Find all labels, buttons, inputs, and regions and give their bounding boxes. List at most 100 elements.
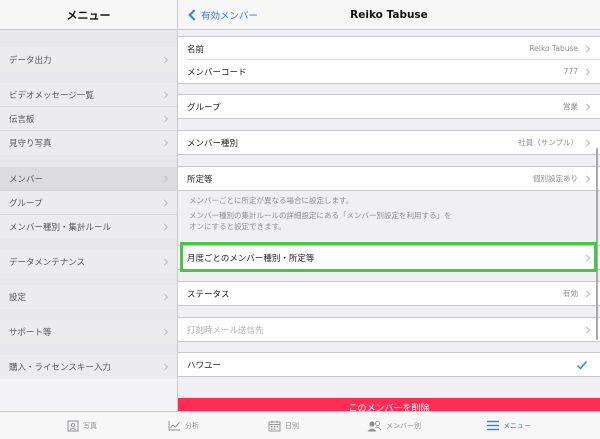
mail-destination-row[interactable]: 打刻時メール送信先 (178, 317, 600, 342)
sidebar-gap (0, 344, 177, 355)
member-code-row[interactable]: メンバーコード 777 (178, 60, 600, 84)
sidebar-item-groups[interactable]: グループ (0, 191, 177, 215)
sidebar-item-member-types[interactable]: メンバー種別・集計ルール (0, 215, 177, 239)
chevron-right-icon (160, 363, 169, 371)
tab-label: 写真 (83, 421, 97, 430)
tab-label: メンバー別 (386, 421, 421, 430)
scroll-indicator[interactable] (596, 148, 598, 340)
sidebar-item-data-maintenance[interactable]: データメンテナンス (0, 250, 177, 274)
sidebar-gap (0, 239, 177, 250)
chevron-right-icon (582, 253, 591, 262)
tab-photos[interactable]: 写真 (67, 412, 97, 439)
chevron-right-icon (582, 174, 591, 183)
name-row[interactable]: 名前 Reiko Tabuse (178, 36, 600, 60)
sidebar-item-label: 設定 (9, 293, 27, 303)
chevron-right-icon (582, 67, 591, 76)
photo-icon (67, 420, 79, 431)
sidebar-item-data-export[interactable]: データ出力 (0, 47, 177, 72)
members-icon (367, 420, 382, 431)
sidebar-item-label: データ出力 (9, 55, 52, 66)
sidebar-item-video-messages[interactable]: ビデオメッセージ一覧 (0, 83, 177, 107)
status-row[interactable]: ステータス 有効 (178, 281, 600, 306)
sidebar-item-purchase[interactable]: 購入・ライセンスキー入力 (0, 355, 177, 379)
status-value: 有効 (563, 289, 578, 298)
chevron-left-icon (188, 9, 200, 21)
chevron-right-icon (582, 289, 591, 298)
tab-by-member[interactable]: メンバー別 (367, 412, 421, 439)
monthly-settings-row[interactable]: 月度ごとのメンバー種別・所定等 (178, 245, 600, 270)
mail-destination-label: 打刻時メール送信先 (187, 325, 264, 336)
page-title: Reiko Tabuse (350, 8, 428, 21)
tab-menu[interactable]: メニュー (487, 412, 531, 439)
location-row[interactable]: 所定等 個別設定あり (178, 166, 600, 191)
group-label: グループ (187, 102, 221, 113)
tab-daily[interactable]: 日別 (268, 412, 299, 439)
sidebar-item-label: メンバー種別・集計ルール (9, 223, 112, 233)
description-line: オンにすると設定できます。 (189, 222, 286, 231)
sidebar-title: メニュー (0, 0, 177, 30)
member-detail: 有効メンバー Reiko Tabuse 名前 Reiko Tabuse メンバー… (178, 0, 600, 411)
tab-bar: 写真 分析 日別 メンバー別 メニュー (0, 411, 600, 439)
sidebar-item-label: ビデオメッセージ一覧 (9, 90, 94, 101)
sidebar-item-label: 伝言板 (9, 114, 35, 125)
sidebar: メニュー データ出力 ビデオメッセージ一覧 伝言板 見守り写真 メンバー グルー… (0, 0, 178, 411)
delete-member-button[interactable]: このメンバーを削除 (178, 398, 600, 411)
description-line: メンバー種別の集計ルールの詳細設定にある「メンバー別設定を利用する」を (189, 211, 452, 220)
chevron-right-icon (160, 114, 169, 123)
sidebar-item-label: 見守り写真 (9, 139, 52, 149)
member-code-value: 777 (563, 67, 578, 76)
chevron-right-icon (582, 325, 591, 334)
tab-analysis[interactable]: 分析 (168, 412, 199, 439)
chevron-right-icon (160, 223, 169, 231)
sidebar-gap (0, 155, 177, 167)
sidebar-gap (0, 72, 177, 83)
chevron-right-icon (160, 198, 169, 207)
chevron-right-icon (160, 55, 169, 64)
sidebar-item-watch-photos[interactable]: 見守り写真 (0, 131, 177, 155)
sidebar-item-label: 購入・ライセンスキー入力 (9, 363, 111, 373)
monthly-settings-label: 月度ごとのメンバー種別・所定等 (187, 253, 315, 264)
navigation-bar: 有効メンバー Reiko Tabuse (178, 0, 600, 30)
sidebar-gap (0, 309, 177, 320)
name-label: 名前 (187, 44, 205, 55)
sidebar-gap (0, 274, 177, 285)
menu-icon (487, 420, 499, 431)
tab-label: 分析 (185, 421, 199, 430)
group-value: 営業 (563, 102, 578, 111)
calendar-icon (268, 420, 281, 431)
location-label: 所定等 (187, 174, 213, 185)
back-button-label: 有効メンバー (201, 11, 259, 22)
chevron-right-icon (160, 139, 169, 147)
chevron-right-icon (160, 258, 169, 266)
sidebar-item-settings[interactable]: 設定 (0, 285, 177, 309)
greeting-label: ハワユー (187, 360, 222, 371)
chart-icon (168, 421, 180, 431)
location-value: 個別設定あり (533, 174, 578, 183)
back-button[interactable]: 有効メンバー (187, 0, 258, 30)
chevron-right-icon (160, 174, 169, 183)
member-type-row[interactable]: メンバー種別 社員（サンプル） (178, 130, 600, 155)
chevron-right-icon (582, 44, 591, 53)
member-type-label: メンバー種別 (187, 138, 239, 149)
sidebar-item-label: サポート等 (9, 328, 52, 338)
sidebar-item-members[interactable]: メンバー (0, 167, 177, 191)
chevron-right-icon (160, 293, 169, 301)
chevron-right-icon (160, 328, 169, 336)
sidebar-item-label: メンバー (9, 174, 44, 185)
chevron-right-icon (582, 138, 591, 147)
chevron-right-icon (160, 90, 169, 99)
sidebar-item-message-board[interactable]: 伝言板 (0, 107, 177, 131)
status-label: ステータス (187, 289, 230, 300)
greeting-row[interactable]: ハワユー (178, 352, 600, 377)
sidebar-item-label: グループ (9, 198, 43, 209)
location-description: メンバーごとに所定が異なる場合に設定します。 メンバー種別の集計ルールの詳細設定… (178, 191, 600, 239)
member-code-label: メンバーコード (187, 67, 247, 78)
sidebar-gap (0, 30, 177, 47)
name-value: Reiko Tabuse (529, 44, 578, 53)
chevron-right-icon (582, 102, 591, 111)
checkmark-icon (577, 360, 588, 370)
tab-label: メニュー (503, 421, 531, 430)
group-row[interactable]: グループ 営業 (178, 94, 600, 119)
sidebar-item-support[interactable]: サポート等 (0, 320, 177, 344)
tab-label: 日別 (285, 421, 299, 430)
